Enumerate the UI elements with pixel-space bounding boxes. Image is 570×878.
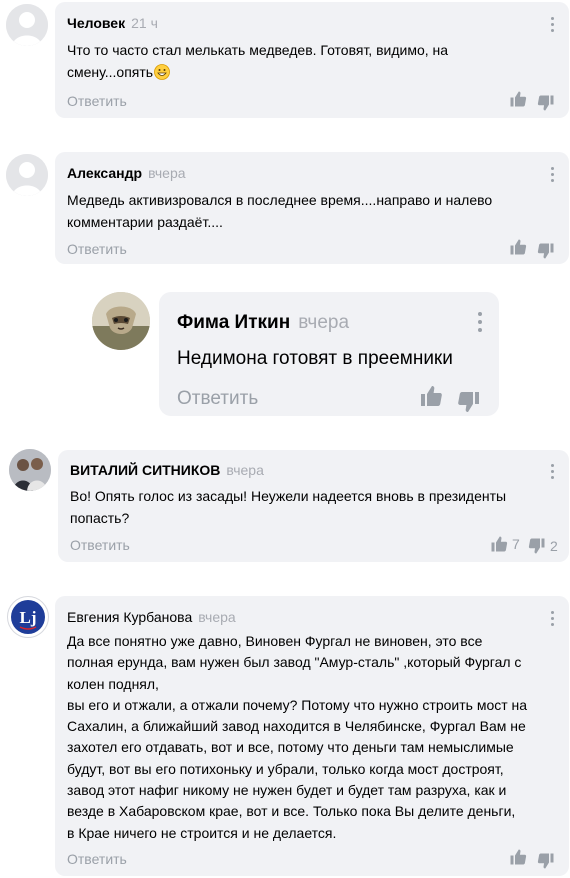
like-button[interactable] xyxy=(509,848,527,866)
reply-button[interactable]: Ответить xyxy=(67,851,127,867)
comment-author[interactable]: ВИТАЛИЙ СИТНИКОВ вчера xyxy=(70,462,264,478)
thumbs-down-icon xyxy=(537,243,554,259)
avatar-photo[interactable] xyxy=(9,449,51,491)
comment-bubble: Человек 21 ч Что то часто стал мелькать м… xyxy=(55,2,569,118)
more-menu-icon[interactable] xyxy=(550,17,556,35)
comment-4: ВИТАЛИЙ СИТНИКОВ вчера Во! Опять голос из… xyxy=(0,446,570,564)
avatar-placeholder[interactable] xyxy=(6,4,48,46)
reply-button[interactable]: Ответить xyxy=(67,241,127,257)
more-menu-icon[interactable] xyxy=(550,464,556,482)
avatar-placeholder[interactable] xyxy=(6,154,48,196)
like-count: 7 xyxy=(512,536,520,552)
comment-bubble: Фима Иткин вчера Недимона готовят в преем… xyxy=(159,292,499,416)
thumbs-down-icon xyxy=(458,392,479,412)
dislike-button[interactable]: 2 xyxy=(528,537,558,555)
avatar-photo[interactable] xyxy=(92,292,150,350)
thumbs-up-icon xyxy=(510,91,527,107)
reply-button[interactable]: Ответить xyxy=(177,388,258,410)
thumbs-up-icon xyxy=(510,239,527,255)
comment-author[interactable]: Фима Иткин вчера xyxy=(177,312,349,334)
like-button[interactable] xyxy=(509,90,527,108)
profile-photo-icon xyxy=(9,449,51,491)
dislike-button[interactable] xyxy=(537,94,555,112)
comment-text: Недимона готовят в преемники xyxy=(177,348,453,369)
svg-text:Lj: Lj xyxy=(20,608,37,627)
like-button[interactable] xyxy=(419,384,443,408)
comment-bubble: Александр вчера Медведь активизровался в … xyxy=(55,152,569,264)
comment-time: 21 ч xyxy=(131,15,158,31)
dislike-button[interactable] xyxy=(537,242,555,260)
grinning-face-emoji-icon xyxy=(154,64,170,86)
dislike-button[interactable] xyxy=(537,852,555,870)
avatar-lj-logo[interactable]: Lj xyxy=(7,596,49,638)
comment-author[interactable]: Александр вчера xyxy=(67,165,186,181)
comment-author[interactable]: Евгения Курбанова вчера xyxy=(67,609,236,625)
comment-time: вчера xyxy=(226,462,264,478)
comment-text: Что то часто стал мелькать медведев. Гот… xyxy=(67,39,448,86)
comment-3: Фима Иткин вчера Недимона готовят в преем… xyxy=(0,286,570,422)
more-menu-icon[interactable] xyxy=(477,312,485,335)
more-menu-icon[interactable] xyxy=(550,611,556,629)
comment-time: вчера xyxy=(198,609,236,625)
comment-bubble: ВИТАЛИЙ СИТНИКОВ вчера Во! Опять голос из… xyxy=(58,450,569,562)
thumbs-down-icon xyxy=(537,95,554,111)
comment-author[interactable]: Человек 21 ч xyxy=(67,15,158,31)
comment-text: Да все понятно уже давно, Виновен Фургал… xyxy=(67,633,528,841)
comment-time: вчера xyxy=(148,165,186,181)
thumbs-up-icon xyxy=(421,386,442,406)
dislike-count: 2 xyxy=(550,538,558,554)
user-silhouette-icon xyxy=(6,154,48,196)
comment-text: Медведь активизровался в последнее время… xyxy=(67,192,493,230)
more-menu-icon[interactable] xyxy=(550,167,556,185)
thumbs-up-icon xyxy=(510,849,527,865)
like-button[interactable] xyxy=(509,238,527,256)
reply-button[interactable]: Ответить xyxy=(67,93,127,109)
thumbs-down-icon xyxy=(537,853,554,869)
comment-2: Александр вчера Медведь активизровался в … xyxy=(0,150,570,268)
comment-time: вчера xyxy=(298,312,350,333)
user-silhouette-icon xyxy=(6,4,48,46)
comment-bubble: Евгения Курбанова вчера Да все понятно уж… xyxy=(55,596,569,876)
comment-5: Lj Евгения Курбанова вчера Да все понятно… xyxy=(0,592,570,878)
lj-logo-icon: Lj xyxy=(11,600,45,634)
dislike-button[interactable] xyxy=(457,390,481,414)
reply-button[interactable]: Ответить xyxy=(70,537,130,553)
profile-photo-icon xyxy=(92,292,150,350)
comment-1: Человек 21 ч Что то часто стал мелькать м… xyxy=(0,0,570,118)
thumbs-down-icon xyxy=(528,538,545,554)
comment-text: Во! Опять голос из засады! Неужели надее… xyxy=(70,488,507,526)
thumbs-up-icon xyxy=(491,536,508,552)
like-button[interactable]: 7 xyxy=(490,535,520,553)
